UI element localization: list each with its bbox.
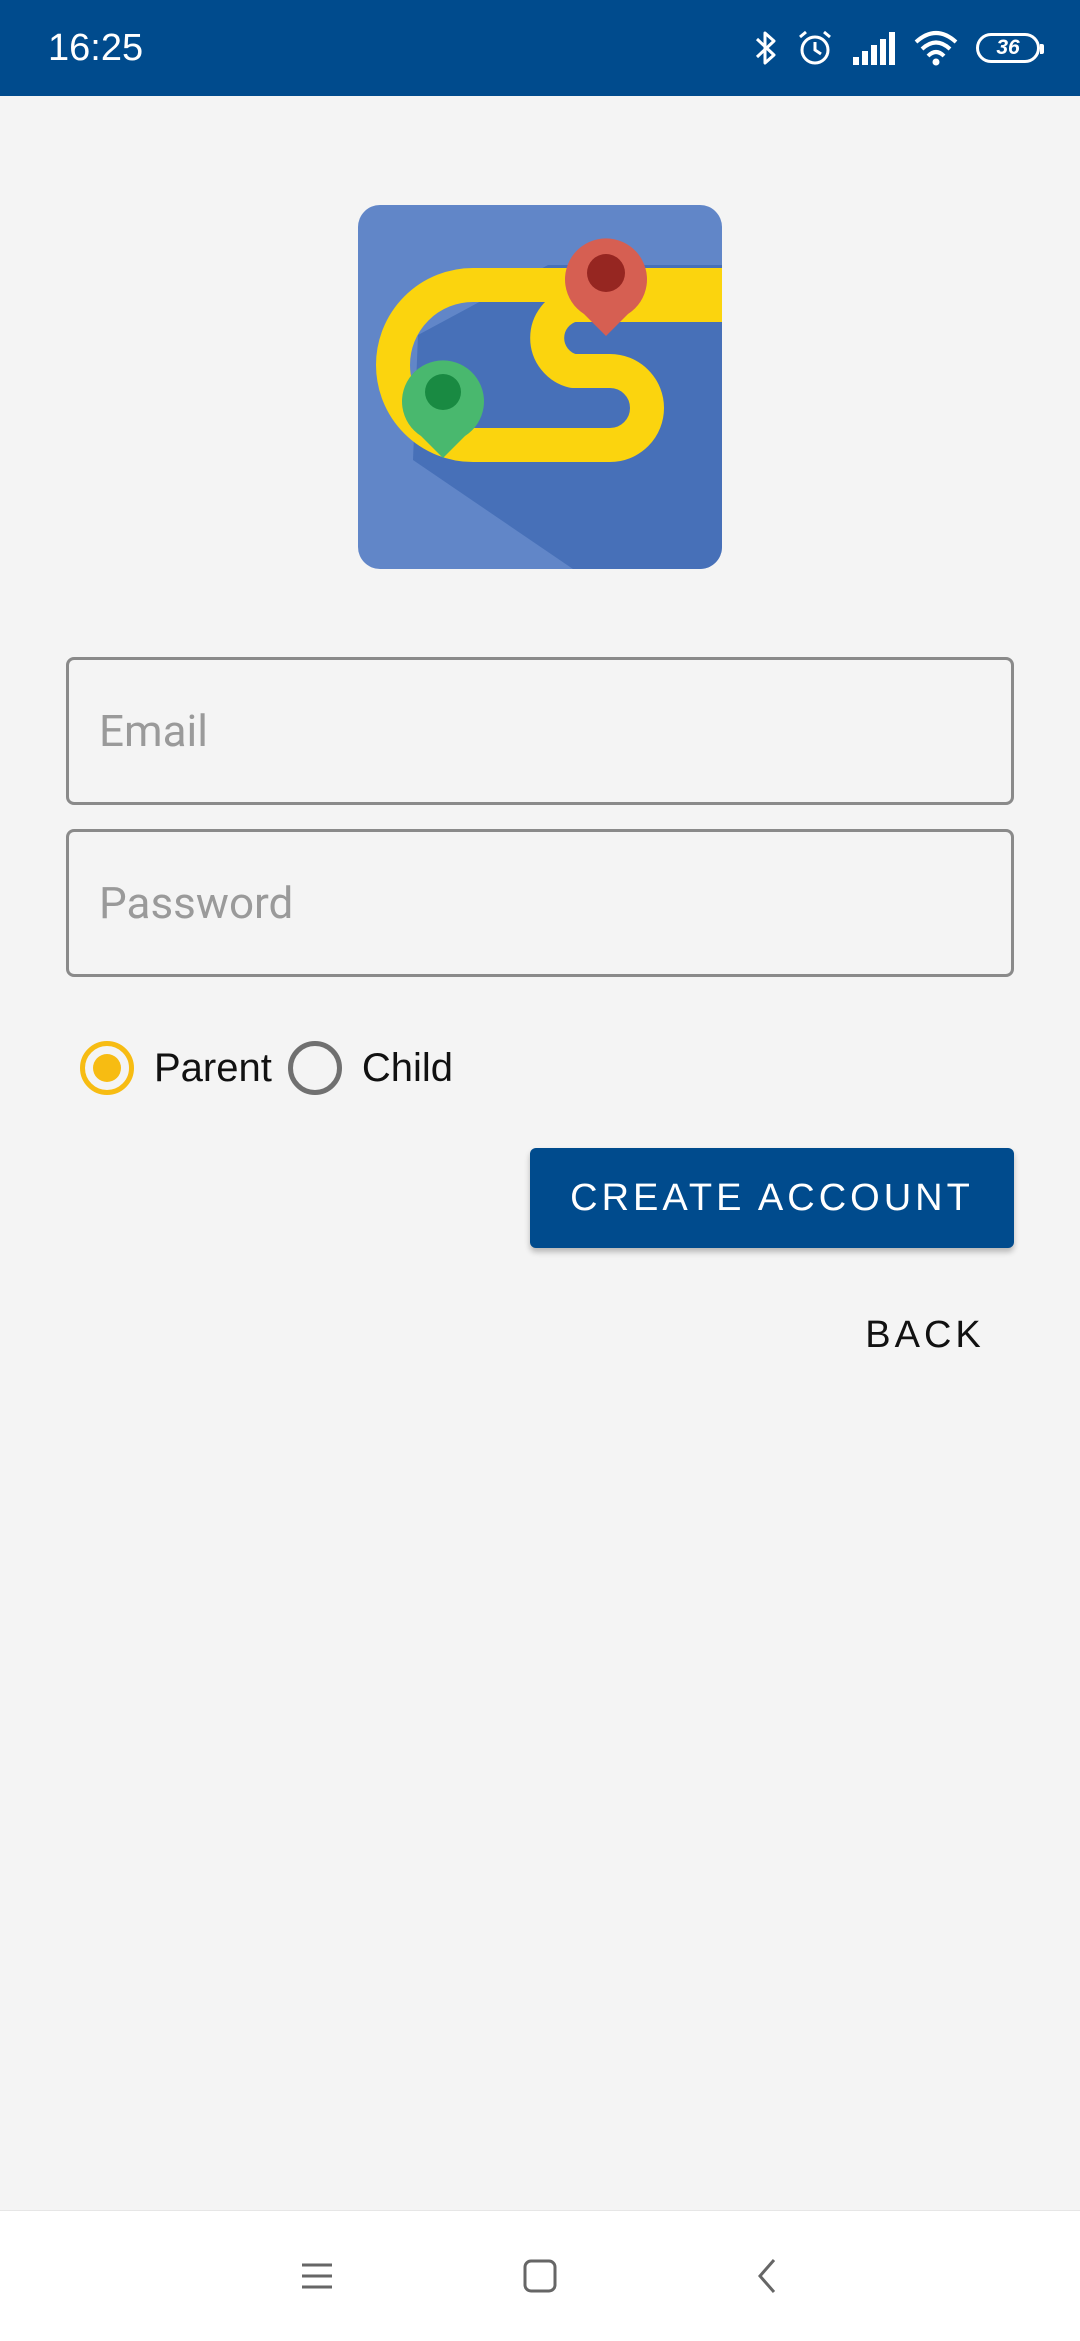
- email-field[interactable]: [66, 657, 1014, 805]
- system-nav-bar: [0, 2210, 1080, 2341]
- status-bar: 16:25 36: [0, 0, 1080, 96]
- home-icon[interactable]: [505, 2241, 575, 2311]
- radio-unselected-icon[interactable]: [287, 1041, 342, 1095]
- menu-icon[interactable]: [282, 2241, 352, 2311]
- signal-icon: [852, 31, 896, 65]
- status-time: 16:25: [48, 27, 144, 69]
- back-button[interactable]: BACK: [840, 1300, 1010, 1370]
- status-icons: 36: [754, 26, 1044, 70]
- radio-option-parent[interactable]: Parent: [80, 1038, 288, 1098]
- password-field[interactable]: [66, 829, 1014, 977]
- radio-label-child: Child: [361, 1045, 454, 1090]
- app-logo: [358, 205, 722, 569]
- radio-option-child[interactable]: Child: [287, 1038, 469, 1098]
- bluetooth-icon: [754, 29, 778, 67]
- role-radio-group: Parent Child: [80, 1038, 469, 1098]
- back-icon[interactable]: [732, 2241, 802, 2311]
- battery-level: 36: [996, 36, 1020, 59]
- battery-icon: 36: [976, 33, 1044, 63]
- radio-label-parent: Parent: [154, 1045, 272, 1090]
- wifi-icon: [914, 30, 958, 66]
- create-account-button[interactable]: CREATE ACCOUNT: [530, 1148, 1014, 1248]
- radio-selected-icon[interactable]: [80, 1041, 134, 1095]
- alarm-icon: [796, 29, 834, 67]
- password-input[interactable]: [99, 832, 979, 974]
- email-input[interactable]: [99, 660, 979, 802]
